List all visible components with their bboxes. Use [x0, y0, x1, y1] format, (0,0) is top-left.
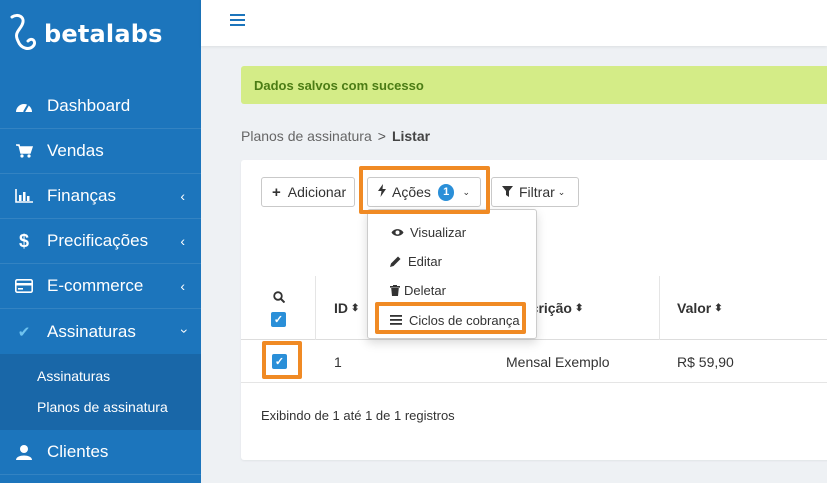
header-select-cell: ✓ — [271, 276, 286, 340]
sidebar-item-dashboard[interactable]: Dashboard — [0, 84, 201, 129]
column-divider — [659, 276, 660, 340]
trash-icon — [388, 284, 402, 296]
logo-text: betalabs — [44, 20, 163, 48]
eye-icon — [390, 228, 404, 237]
sidebar-item-label: E-commerce — [47, 276, 144, 295]
pencil-icon — [388, 256, 402, 267]
dropdown-item-label: Visualizar — [410, 224, 467, 240]
sidebar-item-label: Vendas — [47, 141, 104, 160]
credit-card-icon — [12, 279, 36, 293]
add-button[interactable]: + Adicionar — [261, 177, 355, 207]
check-icon: ✔ — [17, 323, 31, 341]
sidebar-item-label: Clientes — [47, 442, 109, 461]
breadcrumb-parent[interactable]: Planos de assinatura — [241, 128, 372, 144]
chevron-left-icon: ‹ — [180, 278, 185, 294]
column-divider — [315, 276, 316, 340]
betalabs-logo-icon — [10, 13, 36, 50]
logo[interactable]: betalabs — [0, 0, 201, 68]
sidebar-subitem-planos[interactable]: Planos de assinatura — [0, 391, 201, 422]
sort-icon: ⬍ — [351, 302, 360, 314]
cell-value: R$ 59,90 — [677, 353, 734, 370]
sidebar-item-label: Dashboard — [47, 96, 131, 115]
sidebar-item-label: Finanças — [47, 186, 116, 205]
user-icon — [12, 444, 36, 460]
chevron-down-icon: ⌄ — [557, 186, 566, 197]
header-value[interactable]: Valor ⬍ — [677, 276, 723, 340]
chevron-down-icon: ‹ — [174, 328, 191, 334]
cell-description: Mensal Exemplo — [506, 353, 610, 370]
dropdown-item-label: Deletar — [404, 282, 446, 298]
dropdown-item-deletar[interactable]: Deletar — [368, 276, 538, 304]
header-id[interactable]: ID ⬍ — [334, 276, 359, 340]
dashboard-icon — [12, 99, 36, 113]
sidebar-item-label: Assinaturas — [47, 321, 136, 341]
table-row[interactable]: ✓ 1 Mensal Exemplo R$ 59,90 — [241, 340, 827, 383]
highlight-ciclos-item — [375, 302, 526, 334]
filter-icon — [502, 184, 513, 200]
alert-text: Dados salvos com sucesso — [254, 77, 424, 93]
sidebar: betalabs Dashboard Vendas Finanças ‹ $ P… — [0, 0, 201, 483]
sidebar-menu: Dashboard Vendas Finanças ‹ $ Precificaç… — [0, 84, 201, 475]
dropdown-item-label: Editar — [408, 253, 442, 269]
cell-id: 1 — [334, 353, 342, 370]
filter-button[interactable]: Filtrar ⌄ — [491, 177, 579, 207]
search-icon[interactable] — [272, 290, 285, 306]
sidebar-subitem-assinaturas[interactable]: Assinaturas — [0, 360, 201, 391]
header-value-label: Valor — [677, 300, 712, 316]
highlight-row-checkbox — [262, 341, 302, 379]
sort-icon: ⬍ — [574, 302, 584, 314]
breadcrumb-separator: > — [377, 128, 386, 144]
topbar — [201, 0, 827, 46]
sidebar-item-clientes[interactable]: Clientes — [0, 430, 201, 475]
select-all-checkbox[interactable]: ✓ — [271, 311, 286, 327]
dropdown-item-editar[interactable]: Editar — [368, 247, 538, 275]
sidebar-item-vendas[interactable]: Vendas — [0, 129, 201, 174]
bar-chart-icon — [12, 189, 36, 203]
breadcrumb-current: Listar — [391, 128, 431, 144]
header-id-label: ID — [334, 300, 348, 316]
chevron-left-icon: ‹ — [180, 233, 185, 249]
breadcrumb: Planos de assinatura > Listar — [241, 128, 430, 144]
plus-icon: + — [272, 183, 281, 201]
menu-toggle-icon[interactable] — [230, 14, 245, 28]
add-button-label: Adicionar — [287, 184, 347, 200]
chevron-left-icon: ‹ — [180, 188, 185, 204]
highlight-actions-button — [359, 166, 490, 214]
sidebar-item-label: Precificações — [47, 231, 149, 250]
filter-button-label: Filtrar — [519, 184, 555, 200]
dropdown-item-visualizar[interactable]: Visualizar — [368, 218, 538, 246]
sidebar-submenu-assinaturas: Assinaturas Planos de assinatura — [0, 354, 201, 430]
sidebar-item-assinaturas[interactable]: ✔ Assinaturas ‹ — [0, 309, 201, 354]
sidebar-item-financas[interactable]: Finanças ‹ — [0, 174, 201, 219]
sort-icon: ⬍ — [714, 302, 723, 314]
cart-icon — [12, 144, 36, 158]
dollar-icon: $ — [18, 230, 29, 251]
success-alert: Dados salvos com sucesso — [241, 66, 827, 104]
sidebar-item-ecommerce[interactable]: E-commerce ‹ — [0, 264, 201, 309]
table-info: Exibindo de 1 até 1 de 1 registros — [261, 408, 455, 423]
sidebar-item-precificacoes[interactable]: $ Precificações ‹ — [0, 219, 201, 264]
